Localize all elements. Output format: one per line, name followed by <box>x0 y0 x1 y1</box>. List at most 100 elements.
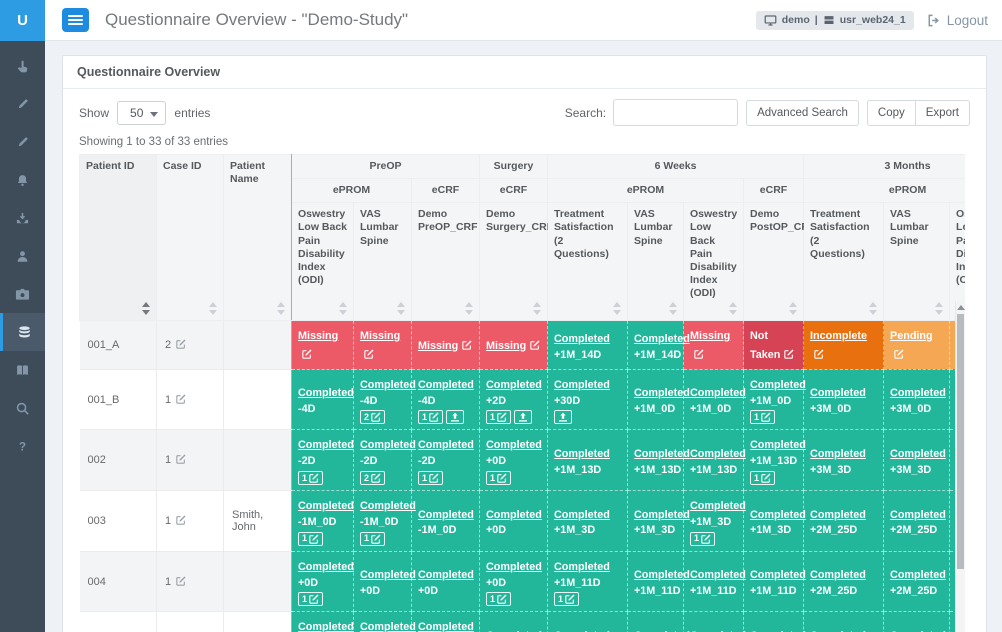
status-edit-icon[interactable] <box>814 349 824 359</box>
column-header-demo-surgery-crf-3[interactable]: Demo Surgery_CRF <box>480 203 548 321</box>
status-link[interactable]: Completed <box>750 379 806 391</box>
sidebar-item-help[interactable]: ? <box>0 427 45 465</box>
search-input[interactable] <box>613 99 738 126</box>
column-header-oswestry-low-back-pain-disability-index-odi-6[interactable]: Oswestry Low Back Pain Disability Index … <box>684 203 744 321</box>
status-link[interactable]: Completed <box>750 509 806 521</box>
status-link[interactable]: Completed <box>890 509 946 521</box>
status-link[interactable]: Completed <box>750 439 806 451</box>
status-link[interactable]: Completed <box>690 387 746 399</box>
status-edit-icon[interactable] <box>530 340 540 350</box>
status-link[interactable]: Completed <box>690 569 746 581</box>
column-header-patient-name[interactable]: Patient Name <box>224 155 292 321</box>
column-header-oswestry-low-back-pain-disability-index-odi-0[interactable]: Oswestry Low Back Pain Disability Index … <box>292 203 354 321</box>
scrollbar-thumb[interactable] <box>957 314 964 569</box>
status-edit-icon[interactable] <box>302 349 312 359</box>
entries-select[interactable]: 50 <box>117 101 166 125</box>
status-link[interactable]: Completed <box>634 569 690 581</box>
sidebar-item-book[interactable] <box>0 351 45 389</box>
status-link[interactable]: Completed <box>634 333 690 345</box>
sidebar-item-camera[interactable] <box>0 275 45 313</box>
status-link[interactable]: Completed <box>486 439 542 451</box>
status-link[interactable]: Completed <box>554 561 610 573</box>
status-edit-icon[interactable] <box>364 349 374 359</box>
sidebar-item-bell[interactable] <box>0 161 45 199</box>
case-edit-icon[interactable] <box>176 339 186 349</box>
case-edit-icon[interactable] <box>176 454 186 464</box>
logout-button[interactable]: Logout <box>926 13 988 28</box>
status-link[interactable]: Completed <box>554 509 610 521</box>
status-link[interactable]: Completed <box>298 621 354 632</box>
sidebar-item-import-tray[interactable] <box>0 199 45 237</box>
status-link[interactable]: Completed <box>810 569 866 581</box>
status-link[interactable]: Completed <box>360 500 416 512</box>
status-link[interactable]: Pending <box>890 330 933 342</box>
status-link[interactable]: Completed <box>298 439 354 451</box>
status-link[interactable]: Completed <box>360 439 416 451</box>
sidebar-item-search[interactable] <box>0 389 45 427</box>
status-link[interactable]: Completed <box>360 621 416 632</box>
status-edit-icon[interactable] <box>694 349 704 359</box>
column-header-case-id[interactable]: Case ID <box>157 155 224 321</box>
status-link[interactable]: Completed <box>890 569 946 581</box>
status-link[interactable]: Missing <box>360 330 400 342</box>
column-header-treatment-satisfaction-2-questions-4[interactable]: Treatment Satisfaction (2 Questions) <box>548 203 628 321</box>
export-button[interactable]: Export <box>915 100 970 126</box>
column-header-patient-id[interactable]: Patient ID <box>80 155 157 321</box>
status-link[interactable]: Completed <box>554 333 610 345</box>
status-link[interactable]: Completed <box>890 387 946 399</box>
status-edit-icon[interactable] <box>784 349 794 359</box>
status-link[interactable]: Completed <box>418 379 474 391</box>
status-link[interactable]: Missing <box>418 340 458 352</box>
status-link[interactable]: Completed <box>360 569 416 581</box>
status-link[interactable]: Completed <box>554 448 610 460</box>
status-link[interactable]: Completed <box>486 561 542 573</box>
status-link[interactable]: Completed <box>418 439 474 451</box>
column-header-vas-lumbar-spine-9[interactable]: VAS Lumbar Spine <box>884 203 950 321</box>
copy-button[interactable]: Copy <box>867 100 915 126</box>
status-link[interactable]: Completed <box>418 621 474 632</box>
status-link[interactable]: Completed <box>486 379 542 391</box>
status-link[interactable]: Incomplete <box>810 330 867 342</box>
sidebar-item-database[interactable] <box>0 313 45 351</box>
vertical-scrollbar[interactable] <box>955 301 965 632</box>
column-header-treatment-satisfaction-2-questions-8[interactable]: Treatment Satisfaction (2 Questions) <box>804 203 884 321</box>
status-link[interactable]: Missing <box>298 330 338 342</box>
status-link[interactable]: Completed <box>298 561 354 573</box>
column-header-vas-lumbar-spine-1[interactable]: VAS Lumbar Spine <box>354 203 412 321</box>
status-link[interactable]: Completed <box>634 448 690 460</box>
status-link[interactable]: Completed <box>418 569 474 581</box>
status-edit-icon[interactable] <box>894 349 904 359</box>
status-link[interactable]: Missing <box>486 340 526 352</box>
sidebar-item-hand-pointer[interactable] <box>0 47 45 85</box>
case-edit-icon[interactable] <box>176 394 186 404</box>
app-logo[interactable]: U <box>0 0 45 41</box>
status-link[interactable]: Completed <box>360 379 416 391</box>
status-link[interactable]: Completed <box>554 379 610 391</box>
status-link[interactable]: Completed <box>810 448 866 460</box>
column-header-demo-preop-crf-2[interactable]: Demo PreOP_CRF <box>412 203 480 321</box>
status-link[interactable]: Completed <box>486 509 542 521</box>
status-link[interactable]: Completed <box>750 569 806 581</box>
status-link[interactable]: Completed <box>418 509 474 521</box>
status-link[interactable]: Completed <box>298 387 354 399</box>
menu-toggle-button[interactable] <box>62 8 89 32</box>
case-edit-icon[interactable] <box>176 576 186 586</box>
status-link[interactable]: Completed <box>634 387 690 399</box>
column-header-demo-postop-crf-7[interactable]: Demo PostOP_CRF <box>744 203 804 321</box>
status-link[interactable]: Missing <box>690 330 730 342</box>
status-link[interactable]: Completed <box>690 448 746 460</box>
column-header-vas-lumbar-spine-5[interactable]: VAS Lumbar Spine <box>628 203 684 321</box>
sidebar-item-pencil[interactable] <box>0 85 45 123</box>
status-link[interactable]: Completed <box>810 509 866 521</box>
status-link[interactable]: Completed <box>890 448 946 460</box>
advanced-search-button[interactable]: Advanced Search <box>746 100 859 126</box>
sidebar-item-pencil-alt[interactable] <box>0 123 45 161</box>
sidebar-item-patient-user[interactable] <box>0 237 45 275</box>
status-link[interactable]: Completed <box>690 500 746 512</box>
case-edit-icon[interactable] <box>176 515 186 525</box>
status-link[interactable]: Completed <box>810 387 866 399</box>
status-link[interactable]: Completed <box>298 500 354 512</box>
status-link[interactable]: Completed <box>634 509 690 521</box>
status-edit-icon[interactable] <box>462 340 472 350</box>
scroll-up-arrow[interactable] <box>957 305 965 310</box>
